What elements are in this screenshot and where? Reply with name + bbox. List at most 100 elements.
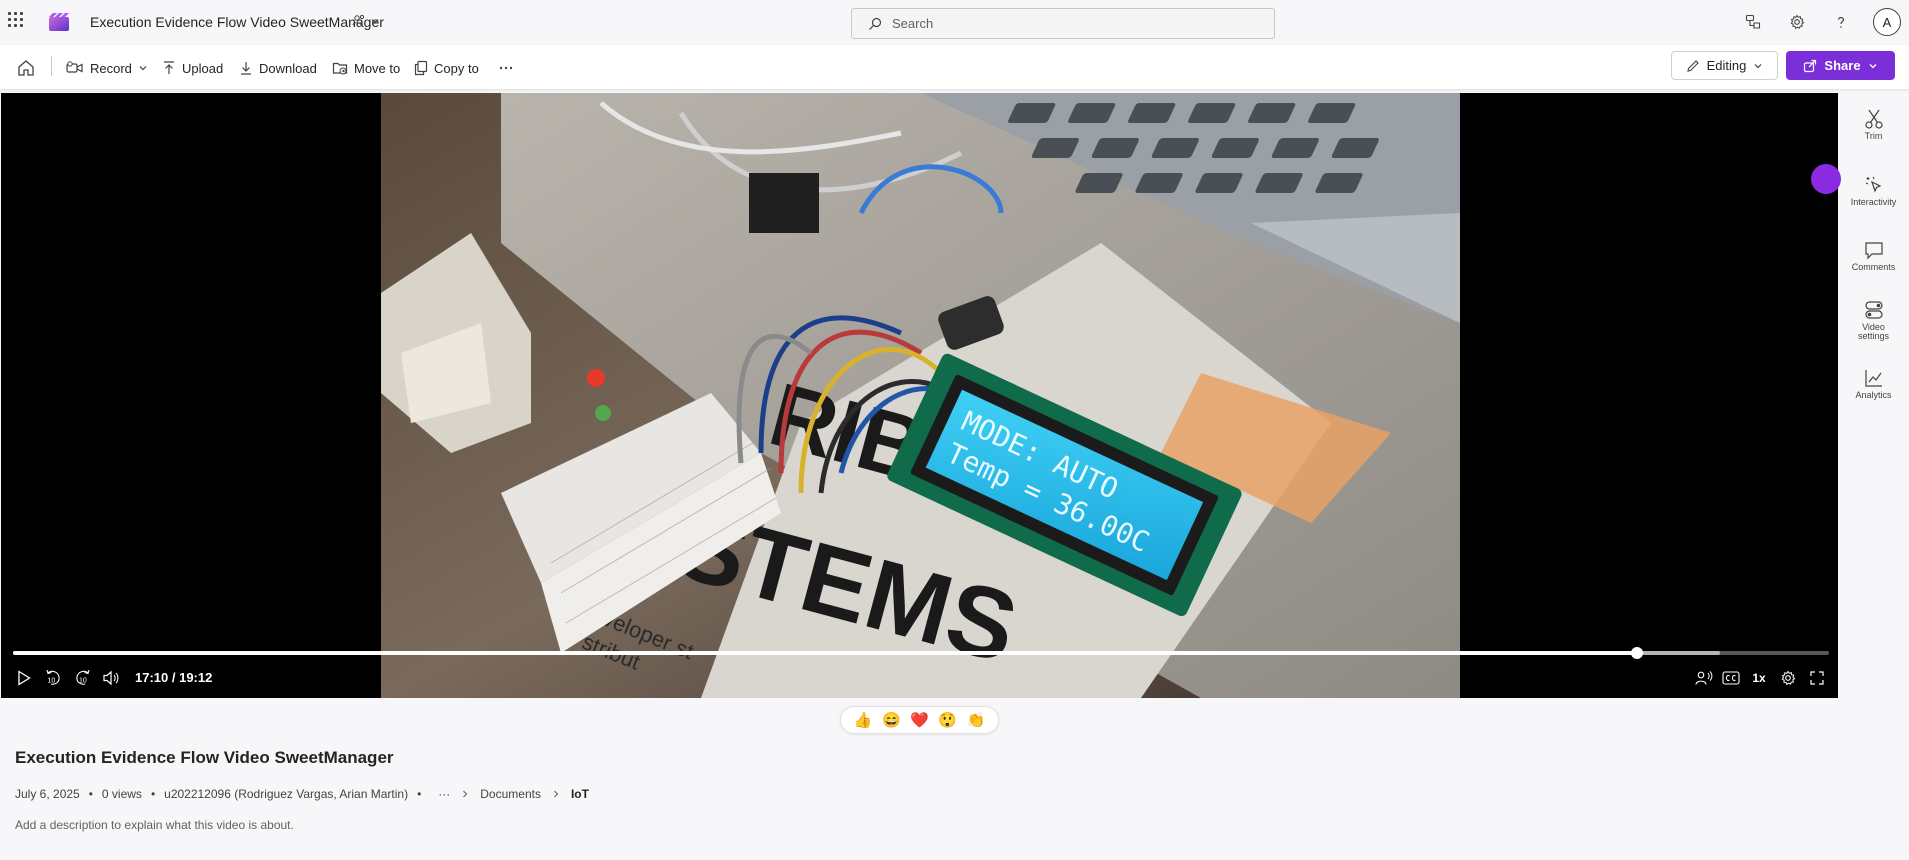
view-count: 0 views xyxy=(101,787,142,801)
chevron-down-icon xyxy=(1869,63,1877,68)
user-avatar[interactable]: A xyxy=(1873,8,1901,36)
comments-button[interactable]: Comments xyxy=(1838,239,1909,272)
upload-icon xyxy=(164,61,174,74)
progress-played xyxy=(13,651,1637,655)
skip-back-number: 10 xyxy=(48,678,56,685)
feedback-icon[interactable] xyxy=(1741,10,1765,34)
help-icon[interactable] xyxy=(1829,10,1853,34)
skip-back-button[interactable]: 10 xyxy=(43,668,63,688)
reactions-bar: 👍 😄 ❤️ 😲 👏 xyxy=(840,706,999,734)
reaction-laugh[interactable]: 😄 xyxy=(882,713,901,728)
reaction-thumbs-up[interactable]: 👍 xyxy=(854,713,873,728)
trim-button[interactable]: Trim xyxy=(1838,108,1909,141)
settings-gear-icon[interactable] xyxy=(1785,10,1809,34)
share-button[interactable]: Share xyxy=(1786,51,1895,80)
home-button[interactable] xyxy=(16,55,36,81)
playback-speed-button[interactable]: 1x xyxy=(1749,668,1769,688)
interactivity-label: Interactivity xyxy=(1850,197,1897,207)
skip-forward-button[interactable]: 10 xyxy=(73,668,93,688)
analytics-label: Analytics xyxy=(1855,390,1892,400)
comment-icon xyxy=(1864,242,1883,260)
analytics-chart-icon xyxy=(1864,370,1882,387)
gear-icon xyxy=(1781,670,1796,686)
copy-to-button[interactable]: Copy to xyxy=(414,55,479,81)
speaker-transcript-icon xyxy=(1695,671,1713,685)
upload-date: July 6, 2025 xyxy=(15,787,80,801)
upload-button[interactable]: Upload xyxy=(162,55,223,81)
upload-label: Upload xyxy=(182,60,224,76)
right-tool-rail: Trim Interactivity Comments Video settin… xyxy=(1838,93,1909,423)
analytics-button[interactable]: Analytics xyxy=(1838,367,1909,400)
fullscreen-button[interactable] xyxy=(1807,668,1827,688)
playback-speed-label: 1x xyxy=(1752,671,1766,685)
breadcrumb-iot[interactable]: IoT xyxy=(571,787,589,801)
people-icon xyxy=(352,14,365,26)
move-to-label: Move to xyxy=(354,60,401,76)
scissors-icon xyxy=(1864,109,1883,129)
chevron-right-icon xyxy=(554,790,559,798)
video-title: Execution Evidence Flow Video SweetManag… xyxy=(15,748,394,767)
video-player[interactable]: RIBUTE STEMS eveloper st stribut xyxy=(1,93,1838,698)
separator-dot: • xyxy=(88,787,93,801)
volume-button[interactable] xyxy=(101,668,121,688)
download-icon xyxy=(241,62,251,75)
separator-dot: • xyxy=(150,787,156,801)
pencil-icon xyxy=(1686,59,1699,72)
stream-logo-icon xyxy=(49,13,69,31)
editing-mode-button[interactable]: Editing xyxy=(1671,51,1778,80)
play-button[interactable] xyxy=(15,668,33,688)
time-display: 17:10 / 19:12 xyxy=(135,670,213,685)
share-status-dropdown[interactable] xyxy=(352,14,380,28)
reaction-clap[interactable]: 👏 xyxy=(967,713,986,728)
player-settings-button[interactable] xyxy=(1778,668,1798,688)
forward-10-icon: 10 xyxy=(76,669,90,685)
cc-icon xyxy=(1722,671,1740,685)
app-launcher-icon[interactable] xyxy=(8,12,24,28)
video-progress-bar[interactable] xyxy=(13,647,1829,659)
copy-to-label: Copy to xyxy=(434,60,479,76)
breadcrumb-documents[interactable]: Documents xyxy=(480,787,541,801)
rewind-10-icon: 10 xyxy=(46,669,60,685)
document-title[interactable]: Execution Evidence Flow Video SweetManag… xyxy=(90,14,384,30)
video-metadata: July 6, 2025 • 0 views • u202212096 (Rod… xyxy=(15,787,589,801)
record-button[interactable]: Record xyxy=(66,55,148,81)
transcript-button[interactable] xyxy=(1694,668,1714,688)
search-box[interactable]: Search xyxy=(851,8,1275,39)
share-icon xyxy=(1804,59,1817,72)
interactivity-button[interactable]: Interactivity xyxy=(1838,174,1909,207)
progress-scrubber-handle[interactable] xyxy=(1630,647,1643,659)
top-bar: Execution Evidence Flow Video SweetManag… xyxy=(0,0,1909,45)
camera-icon xyxy=(66,61,83,73)
chevron-down-icon xyxy=(139,66,147,71)
share-label: Share xyxy=(1824,58,1861,73)
toolbar-divider xyxy=(51,56,52,76)
play-icon xyxy=(18,670,31,686)
volume-icon xyxy=(103,670,119,686)
record-label: Record xyxy=(90,60,132,76)
download-button[interactable]: Download xyxy=(239,55,317,81)
captions-button[interactable] xyxy=(1721,668,1741,688)
interactivity-indicator-dot xyxy=(1811,164,1841,194)
video-frame: RIBUTE STEMS eveloper st stribut xyxy=(381,93,1460,698)
reaction-surprised[interactable]: 😲 xyxy=(938,713,957,728)
owner-name[interactable]: u202212096 (Rodriguez Vargas, Arian Mart… xyxy=(164,787,408,801)
chevron-down-icon xyxy=(1754,63,1762,68)
skip-forward-number: 10 xyxy=(79,678,87,685)
description-field[interactable]: Add a description to explain what this v… xyxy=(15,818,294,832)
search-icon xyxy=(869,17,882,30)
breadcrumb-more[interactable]: ··· xyxy=(438,787,450,801)
search-placeholder: Search xyxy=(892,16,934,31)
move-folder-icon xyxy=(332,62,348,75)
more-icon xyxy=(499,66,513,70)
reaction-heart[interactable]: ❤️ xyxy=(910,713,929,728)
move-to-button[interactable]: Move to xyxy=(332,55,400,81)
trim-label: Trim xyxy=(1864,131,1883,141)
copy-icon xyxy=(414,60,428,76)
more-actions-button[interactable] xyxy=(498,55,514,81)
chevron-down-icon xyxy=(371,19,379,24)
cursor-sparkle-icon xyxy=(1865,176,1881,193)
editing-label: Editing xyxy=(1706,58,1747,73)
home-icon xyxy=(18,60,34,76)
toggle-settings-icon xyxy=(1864,301,1883,319)
video-settings-button[interactable]: Video settings xyxy=(1838,299,1909,341)
